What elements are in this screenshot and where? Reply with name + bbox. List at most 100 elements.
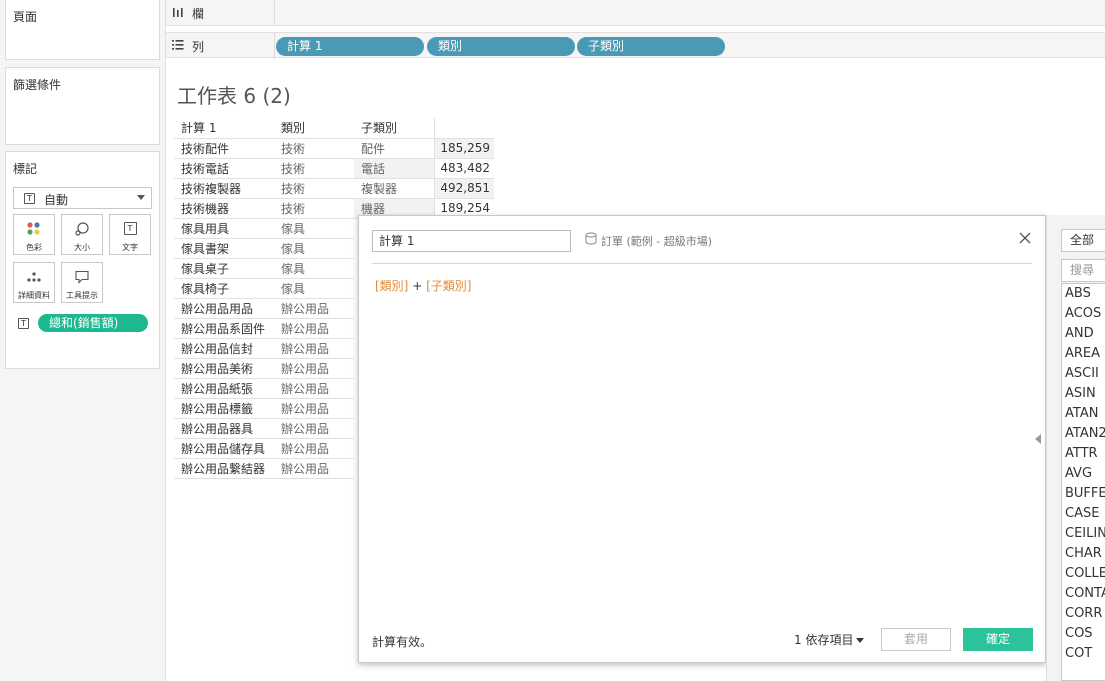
cell-category: 辦公用品 [274, 458, 354, 479]
cell-calc1: 傢具桌子 [174, 258, 274, 279]
rows-pill-subcategory[interactable]: 子類別 [577, 37, 725, 56]
rows-icon [172, 39, 184, 54]
cell-value: 483,482 [433, 158, 494, 179]
function-search-input[interactable]: 搜尋 [1061, 259, 1105, 282]
cell-category: 技術 [274, 178, 354, 199]
rows-pill-category[interactable]: 類別 [427, 37, 575, 56]
rows-pill-calc1[interactable]: 計算 1 [276, 37, 424, 56]
columns-label: 欄 [192, 7, 205, 21]
function-item[interactable]: ACOS [1062, 304, 1105, 324]
columns-shelf[interactable]: 欄 [166, 0, 1105, 26]
sheet-title: 工作表 6 (2) [177, 84, 291, 108]
cell-category: 辦公用品 [274, 418, 354, 439]
cell-value: 185,259 [433, 138, 494, 159]
table-row: 技術電話 技術 電話 483,482 [174, 158, 494, 179]
table-row: 技術複製器 技術 複製器 492,851 [174, 178, 494, 199]
function-item[interactable]: CASE [1062, 504, 1105, 524]
ok-button[interactable]: 確定 [963, 628, 1033, 651]
function-item[interactable]: ATTR [1062, 444, 1105, 464]
collapse-panel-icon[interactable] [1035, 434, 1041, 444]
datasource-label: 訂單 (範例 - 超級市場) [601, 235, 713, 248]
detail-button[interactable]: 詳細資料 [13, 262, 55, 303]
function-item[interactable]: ASCII [1062, 364, 1105, 384]
cell-calc1: 技術電話 [174, 158, 274, 179]
function-item[interactable]: CHAR [1062, 544, 1105, 564]
color-button[interactable]: 色彩 [13, 214, 55, 255]
cell-category: 傢具 [274, 238, 354, 259]
datasource-icon [585, 232, 597, 248]
filters-card[interactable]: 篩選條件 [5, 67, 160, 145]
cell-category: 辦公用品 [274, 338, 354, 359]
text-glyph: T [123, 222, 137, 235]
left-panel: 頁面 篩選條件 標記 T 自動 色彩 大小 T 文字 詳細資料 工具提示 T 總… [0, 0, 166, 681]
cell-category: 辦公用品 [274, 438, 354, 459]
dependencies-dropdown[interactable]: 1 依存項目 [794, 631, 865, 648]
pages-title: 頁面 [13, 10, 38, 24]
filters-title: 篩選條件 [13, 78, 62, 92]
cell-calc1: 辦公用品標籤 [174, 398, 274, 419]
chevron-down-icon [137, 195, 145, 200]
function-item[interactable]: ABS [1062, 284, 1105, 304]
mark-type-dropdown[interactable]: T 自動 [13, 187, 152, 209]
cell-category: 技術 [274, 198, 354, 219]
cell-subcategory: 配件 [354, 138, 434, 159]
cell-calc1: 辦公用品器具 [174, 418, 274, 439]
function-item[interactable]: COS [1062, 624, 1105, 644]
calc-name-input[interactable]: 計算 1 [372, 230, 571, 252]
function-item[interactable]: AND [1062, 324, 1105, 344]
color-icon [14, 222, 54, 236]
function-item[interactable]: ATAN [1062, 404, 1105, 424]
function-list[interactable]: ABS ACOS AND AREA ASCII ASIN ATAN ATAN2 ATTR AVG B… [1061, 283, 1105, 681]
table-header-row: 計算 1 類別 子類別 [174, 118, 494, 139]
header-subcategory[interactable]: 子類別 [354, 118, 434, 139]
tooltip-icon [62, 270, 102, 284]
pages-card: 頁面 [5, 0, 160, 60]
calc-status: 計算有效。 [372, 635, 433, 649]
function-item[interactable]: BUFFER [1062, 484, 1105, 504]
cell-subcategory: 電話 [354, 158, 434, 179]
function-item[interactable]: CORR [1062, 604, 1105, 624]
table-row: 技術配件 技術 配件 185,259 [174, 138, 494, 159]
rows-shelf[interactable]: 列 計算 1 類別 子類別 [166, 32, 1105, 59]
close-button[interactable] [1017, 230, 1033, 246]
header-category[interactable]: 類別 [274, 118, 354, 139]
function-category-dropdown[interactable]: 全部 [1061, 229, 1105, 252]
tooltip-button[interactable]: 工具提示 [61, 262, 103, 303]
marks-title: 標記 [13, 162, 38, 176]
marks-card: 標記 T 自動 色彩 大小 T 文字 詳細資料 工具提示 T 總和(銷售額) [5, 151, 160, 369]
cell-calc1: 辦公用品繫結器 [174, 458, 274, 479]
tooltip-label: 工具提示 [66, 291, 98, 300]
detail-icon [14, 270, 54, 284]
cell-calc1: 辦公用品紙張 [174, 378, 274, 399]
cell-calc1: 辦公用品美術 [174, 358, 274, 379]
cell-category: 技術 [274, 138, 354, 159]
columns-icon [172, 6, 184, 21]
formula-operator: + [408, 279, 427, 293]
sum-sales-pill[interactable]: 總和(銷售額) [38, 314, 148, 332]
cell-calc1: 辦公用品信封 [174, 338, 274, 359]
function-item[interactable]: CEILING [1062, 524, 1105, 544]
cell-category: 辦公用品 [274, 378, 354, 399]
formula-field-category: [類別] [375, 279, 409, 293]
cell-calc1: 技術配件 [174, 138, 274, 159]
size-button[interactable]: 大小 [61, 214, 103, 255]
formula-editor[interactable]: [類別] + [子類別] [375, 277, 471, 294]
function-item[interactable]: AVG [1062, 464, 1105, 484]
cell-category: 辦公用品 [274, 358, 354, 379]
function-item[interactable]: CONTAINS [1062, 584, 1105, 604]
cell-calc1: 傢具椅子 [174, 278, 274, 299]
function-item[interactable]: ASIN [1062, 384, 1105, 404]
function-item[interactable]: COT [1062, 644, 1105, 664]
apply-button[interactable]: 套用 [881, 628, 951, 651]
function-item[interactable]: ATAN2 [1062, 424, 1105, 444]
cell-category: 辦公用品 [274, 318, 354, 339]
detail-label: 詳細資料 [18, 291, 50, 300]
cell-category: 傢具 [274, 278, 354, 299]
chevron-down-icon [856, 638, 865, 643]
text-button[interactable]: T 文字 [109, 214, 151, 255]
header-calc1[interactable]: 計算 1 [174, 118, 274, 139]
cell-calc1: 辦公用品系固件 [174, 318, 274, 339]
function-item[interactable]: COLLECT [1062, 564, 1105, 584]
function-item[interactable]: AREA [1062, 344, 1105, 364]
cell-category: 技術 [274, 158, 354, 179]
